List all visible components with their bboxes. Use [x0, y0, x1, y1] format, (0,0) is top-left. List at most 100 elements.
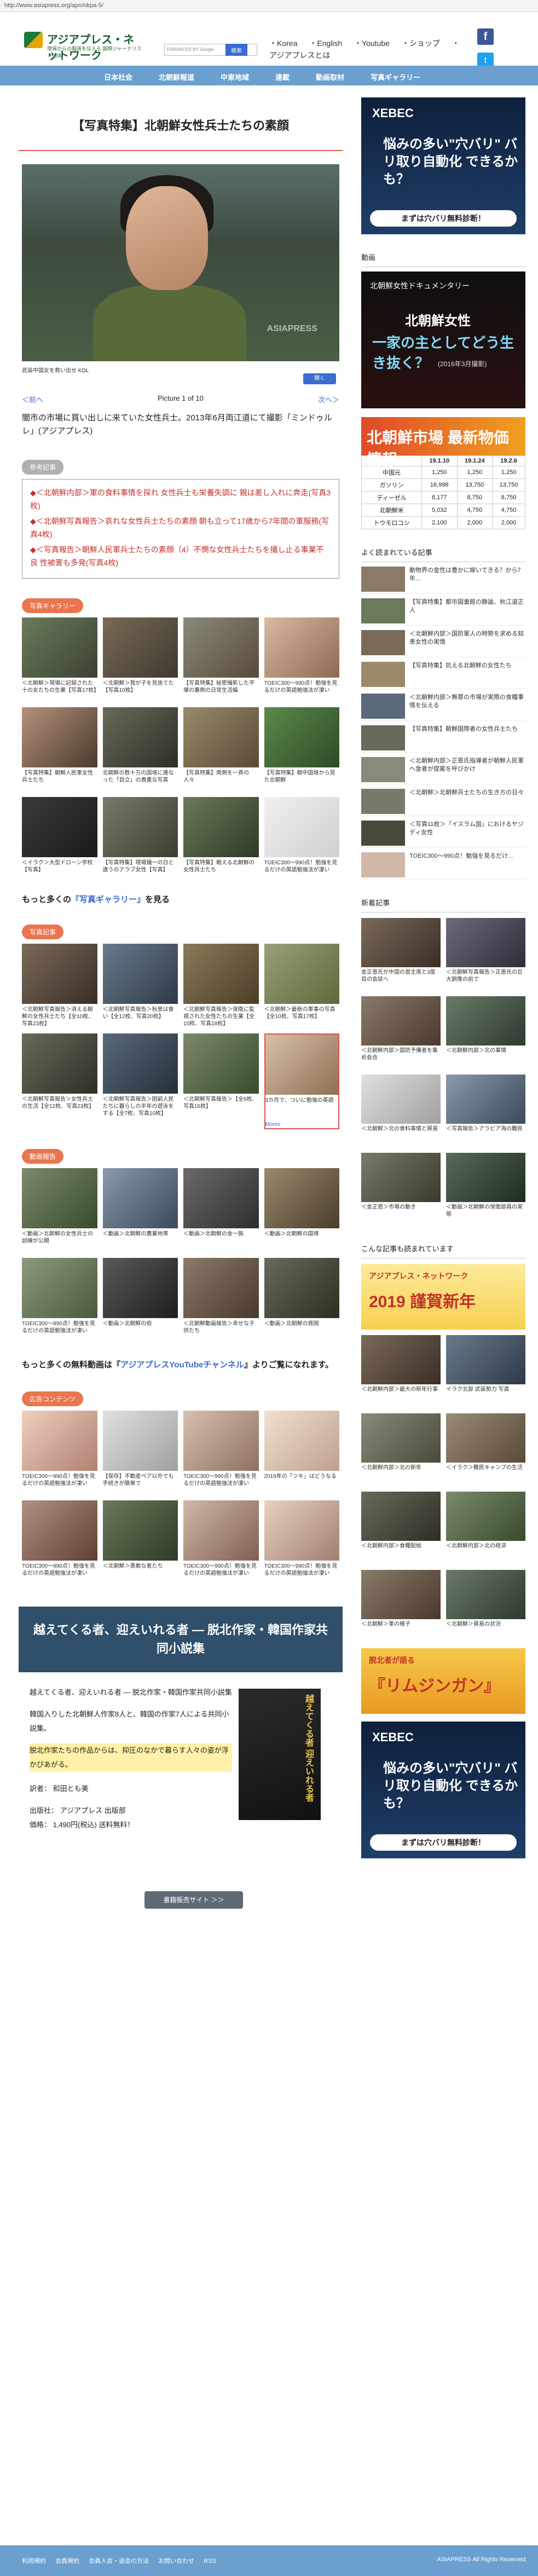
- nav-japan[interactable]: 日本社会: [104, 66, 132, 85]
- new-card[interactable]: 金正恩氏が中国の習主席と3度目の会談へ: [361, 918, 441, 991]
- footer-member-terms[interactable]: 会員規約: [55, 2558, 79, 2565]
- gallery-card[interactable]: ＜動画＞北朝鮮の金一族: [183, 1168, 259, 1252]
- toplink-youtube[interactable]: ・Youtube: [354, 39, 390, 48]
- read-card[interactable]: ＜北朝鮮＞貿易の状況: [446, 1570, 525, 1643]
- read-card[interactable]: ＜北朝鮮内部＞北の新年: [361, 1413, 441, 1486]
- ad-banner-2[interactable]: XEBEC 悩みの多い"穴バリ" バリ取り自動化 できるかも？ まずは穴バリ無料…: [361, 1722, 525, 1858]
- gallery-card[interactable]: 北朝鮮の数十万の国境に連なった「目立」の貴重な写真: [102, 707, 178, 792]
- search-button[interactable]: 検索: [225, 44, 247, 56]
- toplink-korea[interactable]: ・Korea: [269, 39, 297, 48]
- new-card[interactable]: ＜北朝鮮＞北の食料事情と貿易: [361, 1075, 441, 1147]
- footer-terms[interactable]: 利用規約: [22, 2558, 46, 2565]
- nav-gallery[interactable]: 写真ギャラリー: [371, 66, 420, 85]
- sponsored-card[interactable]: ＜北朝鮮＞勇敢な者たち: [102, 1500, 178, 1585]
- toplink-shop[interactable]: ・ショップ: [402, 39, 440, 48]
- read-card[interactable]: ＜北朝鮮＞軍の様子: [361, 1570, 441, 1643]
- read-card[interactable]: ＜イラク＞難民キャンプの生活: [446, 1413, 525, 1486]
- facebook-icon[interactable]: f: [477, 28, 494, 45]
- nav-north-korea[interactable]: 北朝鮮報道: [159, 66, 194, 85]
- list-item[interactable]: 【写真特集】朝鮮国際者の女性兵士たち: [361, 721, 525, 753]
- new-card[interactable]: ＜写真報告＞アラビア海の難民: [446, 1075, 525, 1147]
- sponsored-card[interactable]: 【保存】不動産ペア以外でも手続きが簡単で: [102, 1411, 178, 1495]
- read-card[interactable]: ＜北朝鮮内部＞北の経済: [446, 1492, 525, 1564]
- read-card[interactable]: イラク北部 武装勢力 写真: [446, 1335, 525, 1408]
- gallery-card[interactable]: ＜北朝鮮写真報告＞女性兵士の生活【全12枚、写真23枚】: [22, 1033, 97, 1129]
- nav-series[interactable]: 連載: [275, 66, 290, 85]
- gallery-card[interactable]: ＜北朝鮮写真報告＞保衛に監視された女性たちの生業【全10枚、写真18枚】: [183, 944, 259, 1028]
- footer-join[interactable]: 会員入会・退会の方法: [89, 2558, 149, 2565]
- gallery-card[interactable]: ＜北朝鮮写真報告＞秋景は食い【全12枚、写真20枚】: [102, 944, 178, 1028]
- list-item[interactable]: ＜北朝鮮内部＞正恩氏指導者が朝鮮人民軍へ金者が提案を呼びかけ: [361, 753, 525, 784]
- gallery-card[interactable]: ＜動画＞北朝鮮の農業地帯: [102, 1168, 178, 1252]
- hero-photo[interactable]: ASIAPRESS: [22, 164, 339, 361]
- site-logo[interactable]: アジアプレス・ネットワーク 現場からの報道を伝える 国際ジャーナリスト団体: [24, 28, 144, 62]
- gallery-card[interactable]: 3カ月で、ついに勉強の英語 Mores: [264, 1033, 339, 1129]
- pr-banner[interactable]: アジアプレス・ネットワーク 2019 謹賀新年: [361, 1264, 525, 1330]
- gallery-card[interactable]: ＜動画＞北朝鮮の女性兵士の訓練が公開: [22, 1168, 97, 1252]
- gallery-card[interactable]: ＜北朝鮮写真報告＞困窮人民たちに暮らしの半年の遊泳をする【全7枚、写真10枚】: [102, 1033, 178, 1129]
- sponsored-card[interactable]: TOEIC300〜990点！勉強を見るだけの英語勉強法が凄い: [183, 1500, 259, 1585]
- gallery-card[interactable]: TOEIC300〜990点！勉強を見るだけの英語勉強法が凄い: [264, 617, 339, 702]
- sponsored-card[interactable]: TOEIC300〜990点！勉強を見るだけの英語勉強法が凄い: [22, 1411, 97, 1495]
- ad-banner[interactable]: XEBEC 悩みの多い"穴バリ" バリ取り自動化 できるかも？ まずは穴バリ無料…: [361, 97, 525, 234]
- youtube-link[interactable]: アジアプレスYouTubeチャンネル: [120, 1360, 244, 1370]
- gallery-card[interactable]: ＜動画＞北朝鮮の国境: [264, 1168, 339, 1252]
- gallery-card[interactable]: ＜北朝鮮動画報告＞幸せな子供たち: [183, 1258, 259, 1342]
- ref-link[interactable]: ◆＜北朝鮮内部＞軍の食料事情を探れ 女性兵士も栄養失調に 親は差し入れに奔走(写…: [30, 486, 331, 512]
- pr-banner-2[interactable]: 脱北者が語る 『リムジンガン』: [361, 1648, 525, 1714]
- inline-ad[interactable]: 武装中国女を救い出せ KDL 開く: [22, 366, 339, 390]
- list-item[interactable]: TOEIC300〜990点！勉強を見るだけ...: [361, 848, 525, 880]
- gallery-card[interactable]: 【写真特集】朝鮮人民軍女性兵士たち: [22, 707, 97, 792]
- ref-link[interactable]: ◆＜写真報告＞朝鮮人民軍兵士たちの素顔（4）不憫な女性兵士たちを撮し止る事業不良…: [30, 543, 331, 569]
- gallery-card[interactable]: 【写真特集】現場撮一の日と違うのアラブ女性【写真】: [102, 797, 178, 881]
- more-gallery-link[interactable]: 『写真ギャラリー』: [71, 895, 145, 904]
- list-item[interactable]: ＜北朝鮮内部＞無罪の市場が実際の食糧事情を伝える: [361, 689, 525, 721]
- new-card[interactable]: ＜金正恩＞市場の動き: [361, 1153, 441, 1226]
- new-card[interactable]: ＜動画＞北朝鮮の保衛部員の実態: [446, 1153, 525, 1226]
- gallery-card[interactable]: ＜北朝鮮＞現場に記録された十の女たちの生業【写真17枚】: [22, 617, 97, 702]
- gallery-card[interactable]: ＜イラク＞大型ドローン学校【写真】: [22, 797, 97, 881]
- gallery-card[interactable]: TOEIC300〜990点！勉強を見るだけの英語勉強法が凄い: [264, 797, 339, 881]
- ad-banner-button[interactable]: まずは穴バリ無料診断！: [370, 210, 517, 227]
- gallery-card[interactable]: 【写真特集】両側を一斉の人々: [183, 707, 259, 792]
- list-item[interactable]: 【写真特集】抗える北朝鮮の女性たち: [361, 657, 525, 689]
- footer-rss[interactable]: RSS: [204, 2558, 216, 2565]
- book-store-button[interactable]: 書籍販売サイト ＞＞: [144, 1891, 243, 1909]
- new-card[interactable]: ＜北朝鮮写真報告＞正恩氏の巨大銅像の前で: [446, 918, 525, 991]
- gallery-card[interactable]: 【写真特集】戦える北朝鮮の女性兵士たち: [183, 797, 259, 881]
- read-card[interactable]: ＜北朝鮮内部＞最大の新年行事: [361, 1335, 441, 1408]
- sponsored-card[interactable]: 2019年の「ツキ」はどうなる: [264, 1411, 339, 1495]
- gallery-card[interactable]: 【写真特集】秘密撮影した平壌の裏側の日常生活編: [183, 617, 259, 702]
- new-card[interactable]: ＜北朝鮮内部＞国防予備者を集め会合: [361, 996, 441, 1069]
- ad-banner-2-button[interactable]: まずは穴バリ無料診断！: [370, 1834, 517, 1851]
- list-item[interactable]: 【写真特集】都市図書館の静謐、秋江道正人: [361, 594, 525, 626]
- gallery-card[interactable]: ＜動画＞北朝鮮の貧困: [264, 1258, 339, 1342]
- sponsored-card[interactable]: TOEIC300〜990点！勉強を見るだけの英語勉強法が凄い: [22, 1500, 97, 1585]
- toplink-english[interactable]: ・English: [309, 39, 342, 48]
- nav-middle-east[interactable]: 中東地域: [221, 66, 249, 85]
- list-item[interactable]: ＜北朝鮮＞北朝鮮兵士たちの生き方の日々: [361, 784, 525, 816]
- nav-video[interactable]: 動画取材: [316, 66, 344, 85]
- url-bar[interactable]: http://www.asiapress.org/apn/nkpa-5/: [0, 0, 538, 12]
- footer-contact[interactable]: お問い合わせ: [158, 2558, 194, 2565]
- sponsored-card[interactable]: TOEIC300〜990点！勉強を見るだけの英語勉強法が凄い: [183, 1411, 259, 1495]
- gallery-card[interactable]: ＜動画＞北朝鮮の街: [102, 1258, 178, 1342]
- gallery-card[interactable]: TOEIC300〜990点！勉強を見るだけの英語勉強法が凄い: [22, 1258, 97, 1342]
- ref-link[interactable]: ◆＜北朝鮮写真報告＞哀れな女性兵士たちの素顔 朝も立って17歳から7年間の軍服務…: [30, 515, 331, 541]
- book-cover[interactable]: 越えてくる者 迎えいれる者: [239, 1689, 321, 1820]
- new-card[interactable]: ＜北朝鮮内部＞北の事情: [446, 996, 525, 1069]
- pager-next[interactable]: 次へ＞: [318, 394, 339, 405]
- gallery-card[interactable]: 【写真特集】朝中国境から見た北朝鮮: [264, 707, 339, 792]
- read-card[interactable]: ＜北朝鮮内部＞食糧配給: [361, 1492, 441, 1564]
- gallery-card[interactable]: ＜北朝鮮＞最新の軍事の写真【全10枚、写真17枚】: [264, 944, 339, 1028]
- gallery-card[interactable]: ＜北朝鮮＞我が子を見捨てた【写真10枚】: [102, 617, 178, 702]
- ad-open-button[interactable]: 開く: [303, 373, 336, 384]
- price-widget[interactable]: 北朝鮮市場 最新物価情報 19.1.10 19.1.24 19.2.6 中国元 1,2…: [361, 417, 525, 529]
- list-item[interactable]: ＜写真11枚＞「イスラム国」におけるヤジディ女性: [361, 816, 525, 848]
- list-item[interactable]: ＜北朝鮮内部＞国防軍人の時勢を求める知恵女性の実情: [361, 626, 525, 657]
- list-item[interactable]: 動物界の金性は豊かに嫁いできる？から7年…: [361, 562, 525, 594]
- gallery-card[interactable]: ＜北朝鮮写真報告＞消える朝鮮の女性兵士たち【全10枚、写真23枚】: [22, 944, 97, 1028]
- more-label[interactable]: Mores: [265, 1121, 339, 1128]
- sponsored-card[interactable]: TOEIC300〜990点！勉強を見るだけの英語勉強法が凄い: [264, 1500, 339, 1585]
- gallery-card[interactable]: ＜北朝鮮写真報告＞【全6枚、写真16枚】: [183, 1033, 259, 1129]
